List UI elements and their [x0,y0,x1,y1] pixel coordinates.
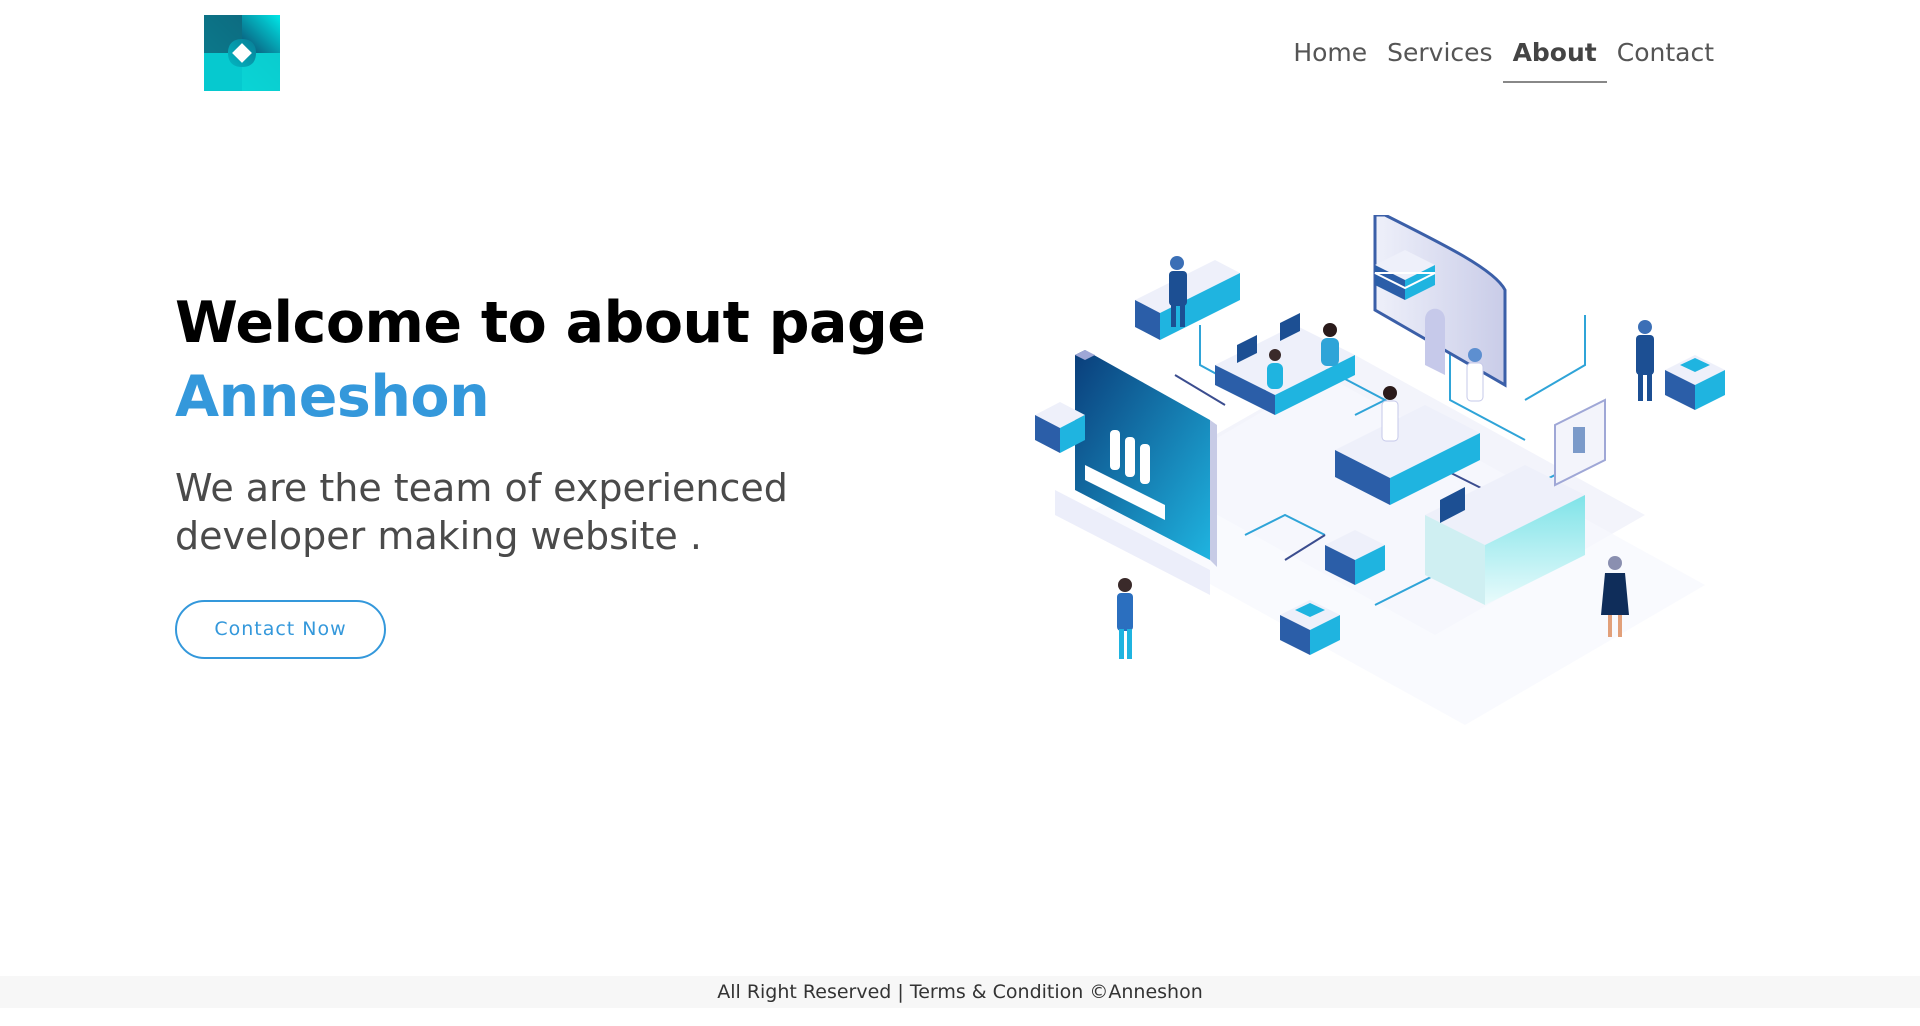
hero-section: Welcome to about page Anneshon We are th… [175,286,935,659]
hero-subtitle: We are the team of experienced developer… [175,466,788,558]
footer: All Right Reserved | Terms & Condition ©… [0,976,1920,1008]
nav-home-link[interactable]: Home [1283,38,1377,81]
hero-title: Welcome to about page [175,290,926,356]
brand-name: Anneshon [175,364,490,430]
contact-now-button[interactable]: Contact Now [175,600,386,659]
nav-contact-link[interactable]: Contact [1607,38,1724,81]
navbar: Home Services About Contact [0,0,1920,110]
footer-text: All Right Reserved | Terms & Condition ©… [717,981,1203,1003]
isometric-office-illustration [1025,213,1750,750]
nav-about-link[interactable]: About [1502,38,1607,83]
main-nav: Home Services About Contact [1283,38,1724,83]
nav-services-link[interactable]: Services [1377,38,1502,81]
brand-logo-icon[interactable] [204,15,280,91]
